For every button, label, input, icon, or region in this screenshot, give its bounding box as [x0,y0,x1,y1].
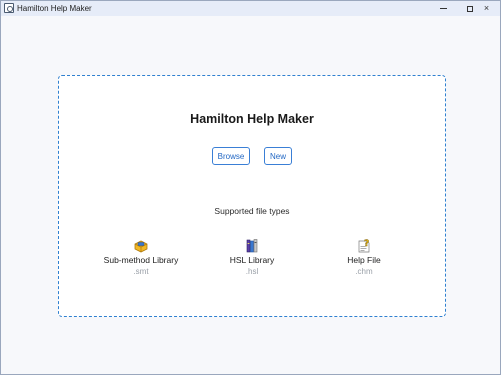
help-file-icon: ? [358,239,369,253]
new-button[interactable]: New [264,147,292,165]
file-type-smt: Sub-method Library .smt [96,238,186,276]
submethod-library-icon [134,240,148,253]
app-window: Hamilton Help Maker × Hamilton Help Make… [0,0,501,375]
file-drop-zone[interactable]: Hamilton Help Maker Browse New Supported… [58,75,446,317]
minimize-button[interactable] [429,1,457,16]
hsl-library-icon [246,239,258,253]
window-title: Hamilton Help Maker [17,4,92,13]
browse-button[interactable]: Browse [212,147,250,165]
file-type-name: Help File [347,255,381,265]
title-bar[interactable]: Hamilton Help Maker × [1,1,500,16]
file-type-extension: .chm [355,267,373,276]
supported-file-types-label: Supported file types [214,206,290,216]
app-icon [4,3,14,13]
file-type-extension: .smt [133,267,149,276]
close-button[interactable]: × [473,1,500,16]
file-type-name: Sub-method Library [103,255,179,265]
close-icon: × [483,3,490,13]
minimize-icon [439,8,447,9]
file-type-chm: ? Help File .chm [319,238,409,276]
file-type-extension: .hsl [245,267,259,276]
file-type-name: HSL Library [229,255,275,265]
file-type-hsl: HSL Library .hsl [207,238,297,276]
page-title: Hamilton Help Maker [190,112,314,126]
svg-text:?: ? [364,239,369,249]
